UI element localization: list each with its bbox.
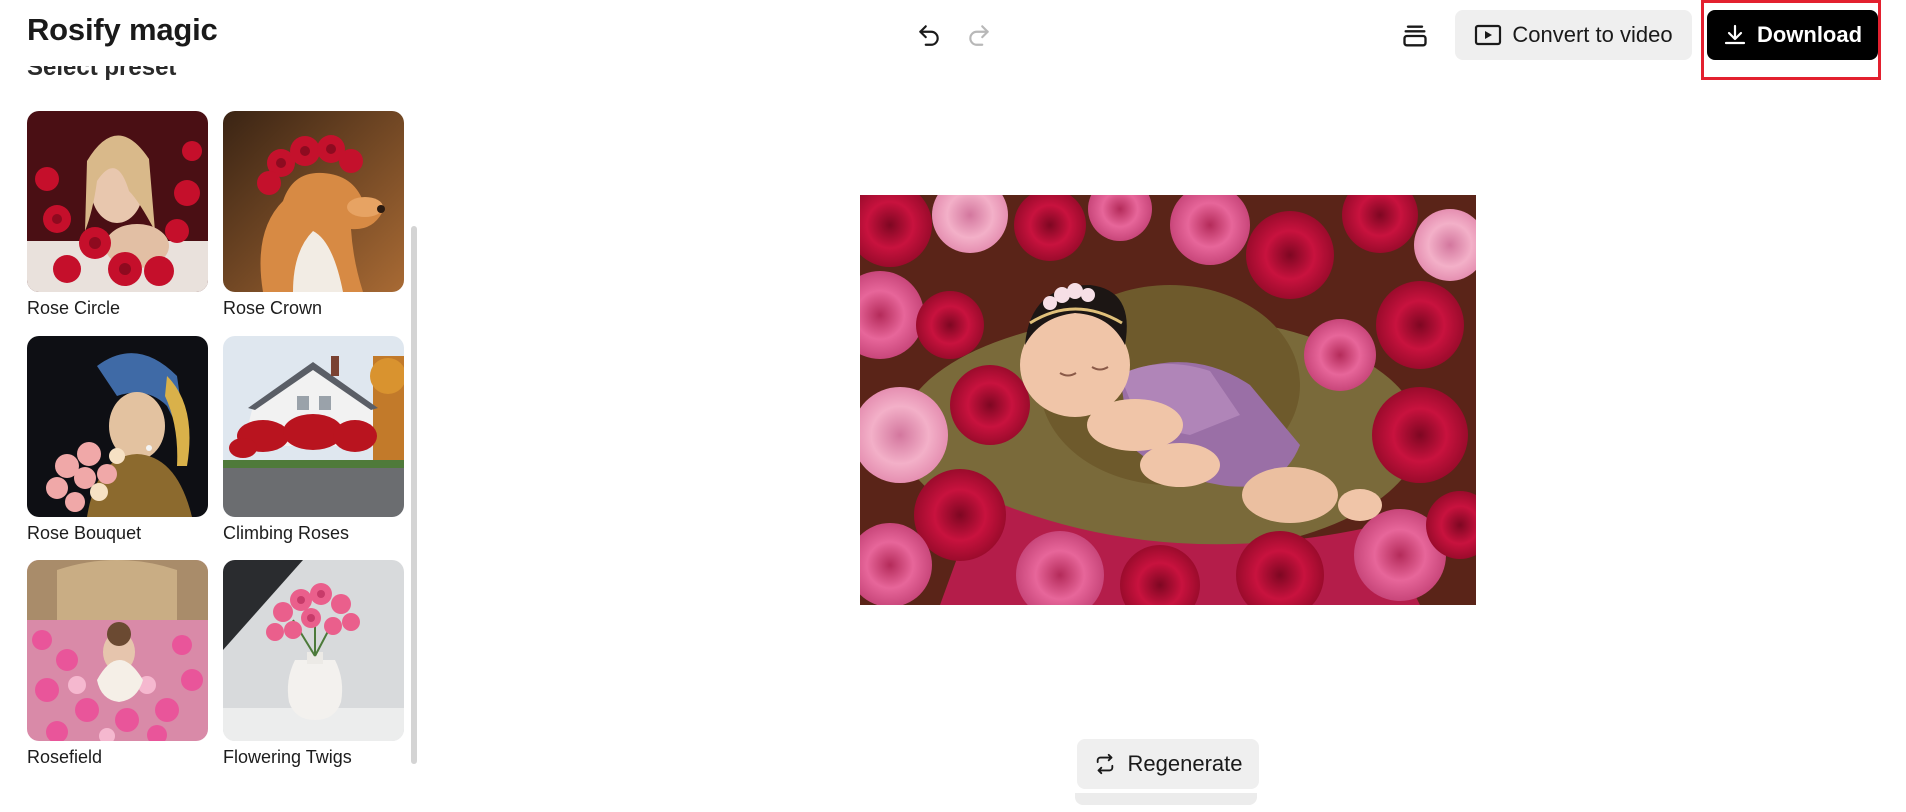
preset-label: Rosefield	[27, 747, 103, 767]
sidebar-scrollbar[interactable]	[411, 226, 417, 764]
regenerate-label: Regenerate	[1127, 751, 1243, 776]
preset-card-rose-crown[interactable]: Rose Crown	[223, 111, 404, 319]
generated-image	[860, 195, 1476, 605]
undo-button[interactable]	[912, 18, 946, 52]
redo-button[interactable]	[962, 18, 996, 52]
download-icon	[1724, 24, 1746, 45]
preset-card-rosefield[interactable]: Rosefield	[27, 560, 208, 768]
preset-label: Rose Bouquet	[27, 523, 142, 543]
layers-icon	[1403, 25, 1427, 47]
regenerate-button[interactable]: Regenerate	[1077, 739, 1259, 789]
regenerate-button-shadow	[1075, 793, 1257, 805]
convert-to-video-label: Convert to video	[1512, 22, 1673, 47]
preset-thumbnail-rose-circle	[27, 111, 208, 292]
preset-card-rose-bouquet[interactable]: Rose Bouquet	[27, 336, 208, 544]
preset-label: Rose Crown	[223, 298, 323, 318]
download-label: Download	[1756, 22, 1863, 47]
history-controls	[912, 18, 996, 52]
preset-label: Flowering Twigs	[223, 747, 352, 767]
preset-thumbnail-rose-bouquet	[27, 336, 208, 517]
preset-label: Climbing Roses	[223, 523, 350, 543]
regenerate-icon	[1096, 753, 1113, 775]
preset-thumbnail-climbing-roses	[223, 336, 404, 517]
presets-heading-text: Select preset	[27, 66, 177, 81]
undo-icon	[919, 25, 939, 46]
preset-thumbnail-flowering-twigs	[223, 560, 404, 741]
app-title: Rosify magic	[27, 12, 218, 47]
preset-thumbnail-rosefield	[27, 560, 208, 741]
redo-icon	[969, 25, 989, 46]
layers-button[interactable]	[1394, 16, 1436, 56]
convert-to-video-button[interactable]: Convert to video	[1455, 10, 1692, 60]
download-button[interactable]: Download	[1707, 10, 1878, 60]
preset-thumbnail-rose-crown	[223, 111, 404, 292]
preset-card-rose-circle[interactable]: Rose Circle	[27, 111, 208, 319]
preset-card-flowering-twigs[interactable]: Flowering Twigs	[223, 560, 404, 768]
video-play-icon	[1475, 24, 1502, 46]
preset-card-climbing-roses[interactable]: Climbing Roses	[223, 336, 404, 544]
preset-label: Rose Circle	[27, 298, 121, 318]
presets-heading: Select preset	[27, 66, 387, 90]
